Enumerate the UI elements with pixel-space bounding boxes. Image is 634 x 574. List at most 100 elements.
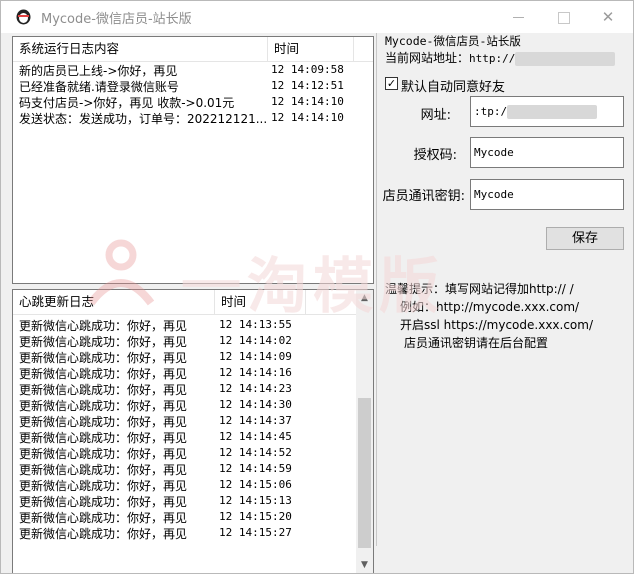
row-time: 12 14:15:06	[219, 478, 292, 491]
row-time: 12 14:14:52	[219, 446, 292, 459]
column-header-time[interactable]: 时间	[268, 37, 353, 61]
row-content: 更新微信心跳成功：你好，再见	[19, 511, 188, 525]
row-content: 新的店员已上线->你好，再见	[19, 64, 178, 78]
minimize-icon	[512, 17, 524, 18]
app-window: Mycode-微信店员-站长版 ✕ 系统运行日志内容 时间 新的店员已上线->你…	[0, 0, 634, 574]
auth-code-input[interactable]: Mycode	[470, 137, 624, 168]
window-title: Mycode-微信店员-站长版	[41, 12, 192, 27]
list-item[interactable]: 发送状态：发送成功，订单号：202212121... 12 14:14:10	[13, 110, 373, 126]
tip-line: 开启ssl https://mycode.xxx.com/	[400, 318, 594, 332]
scroll-down-arrow-icon[interactable]: ▼	[356, 557, 373, 573]
list-item[interactable]: 更新微信心跳成功：你好，再见 12 14:14:16	[13, 365, 373, 381]
redacted-area	[507, 105, 598, 119]
list-header: 系统运行日志内容 时间	[13, 37, 373, 62]
secret-key-input[interactable]: Mycode	[470, 179, 624, 210]
row-time: 12 14:14:02	[219, 334, 292, 347]
client-area: 系统运行日志内容 时间 新的店员已上线->你好，再见 12 14:09:58 已经准…	[1, 33, 633, 573]
tip-line: 温馨提示：填写网站记得加http:// /	[385, 282, 574, 296]
row-content: 更新微信心跳成功：你好，再见	[19, 527, 188, 541]
row-content: 更新微信心跳成功：你好，再见	[19, 463, 188, 477]
tip-line: 店员通讯密钥请在后台配置	[404, 336, 549, 350]
list-item[interactable]: 新的店员已上线->你好，再见 12 14:09:58	[13, 62, 373, 78]
app-icon	[16, 9, 31, 25]
maximize-button[interactable]	[541, 1, 587, 33]
list-item[interactable]: 更新微信心跳成功：你好，再见 12 14:15:06	[13, 477, 373, 493]
row-content: 更新微信心跳成功：你好，再见	[19, 319, 188, 333]
vertical-scrollbar[interactable]: ▲ ▼	[356, 290, 373, 573]
row-content: 发送状态：发送成功，订单号：202212121...	[19, 112, 267, 126]
row-time: 12 14:14:10	[271, 111, 344, 124]
row-content: 码支付店员->你好，再见 收款->0.01元	[19, 96, 235, 110]
row-content: 更新微信心跳成功：你好，再见	[19, 399, 188, 413]
redacted-area	[515, 51, 616, 66]
row-time: 12 14:14:16	[219, 366, 292, 379]
title-bar[interactable]: Mycode-微信店员-站长版 ✕	[1, 1, 633, 33]
row-time: 12 14:13:55	[219, 318, 292, 331]
url-label: 网址:	[420, 108, 451, 123]
row-time: 12 14:15:27	[219, 526, 292, 539]
scroll-up-arrow-icon[interactable]: ▲	[356, 290, 373, 307]
tip-line: 例如：http://mycode.xxx.com/	[400, 300, 580, 314]
list-item[interactable]: 码支付店员->你好，再见 收款->0.01元 12 14:14:10	[13, 94, 373, 110]
row-content: 更新微信心跳成功：你好，再见	[19, 447, 188, 461]
list-item[interactable]: 更新微信心跳成功：你好，再见 12 14:15:20	[13, 509, 373, 525]
close-button[interactable]: ✕	[585, 1, 631, 33]
row-content: 更新微信心跳成功：你好，再见	[19, 335, 188, 349]
row-content: 更新微信心跳成功：你好，再见	[19, 495, 188, 509]
site-address-label: 当前网站地址：	[385, 51, 470, 65]
row-content: 更新微信心跳成功：你好，再见	[19, 415, 188, 429]
system-log-list[interactable]: 系统运行日志内容 时间 新的店员已上线->你好，再见 12 14:09:58 已经准…	[12, 36, 374, 284]
row-content: 更新微信心跳成功：你好，再见	[19, 383, 188, 397]
save-button[interactable]: 保存	[546, 227, 624, 250]
secret-key-label: 店员通讯密钥:	[382, 189, 465, 204]
row-content: 更新微信心跳成功：你好，再见	[19, 351, 188, 365]
minimize-button[interactable]	[495, 1, 541, 33]
list-item[interactable]: 更新微信心跳成功：你好，再见 12 14:15:27	[13, 525, 373, 541]
list-item[interactable]: 更新微信心跳成功：你好，再见 12 14:14:52	[13, 445, 373, 461]
site-address-value: http://	[469, 52, 516, 65]
row-time: 12 14:15:20	[219, 510, 292, 523]
row-time: 12 14:15:13	[219, 494, 292, 507]
column-header-time[interactable]: 时间	[215, 290, 305, 314]
heartbeat-log-list[interactable]: 心跳更新日志 时间 更新微信心跳成功：你好，再见 12 14:13:55 更新微信心…	[12, 289, 374, 573]
auto-accept-checkbox[interactable]: ✓	[385, 77, 398, 90]
app-name-label: Mycode-微信店员-站长版	[385, 34, 521, 48]
url-input[interactable]: :tp:/	[470, 96, 624, 127]
list-item[interactable]: 更新微信心跳成功：你好，再见 12 14:14:45	[13, 429, 373, 445]
column-divider[interactable]	[305, 290, 306, 314]
list-header: 心跳更新日志 时间	[13, 290, 373, 315]
row-time: 12 14:14:10	[271, 95, 344, 108]
url-value: :tp:/	[474, 105, 508, 118]
list-item[interactable]: 更新微信心跳成功：你好，再见 12 14:14:09	[13, 349, 373, 365]
maximize-icon	[558, 11, 570, 24]
list-item[interactable]: 已经准备就绪.请登录微信账号 12 14:12:51	[13, 78, 373, 94]
row-time: 12 14:14:23	[219, 382, 292, 395]
panel-splitter[interactable]	[376, 33, 377, 546]
row-content: 已经准备就绪.请登录微信账号	[19, 80, 179, 94]
row-time: 12 14:12:51	[271, 79, 344, 92]
column-header-content[interactable]: 系统运行日志内容	[13, 37, 267, 61]
list-item[interactable]: 更新微信心跳成功：你好，再见 12 14:15:13	[13, 493, 373, 509]
list-item[interactable]: 更新微信心跳成功：你好，再见 12 14:14:59	[13, 461, 373, 477]
row-content: 更新微信心跳成功：你好，再见	[19, 431, 188, 445]
scrollbar-thumb[interactable]	[358, 398, 371, 548]
list-item[interactable]: 更新微信心跳成功：你好，再见 12 14:14:02	[13, 333, 373, 349]
row-content: 更新微信心跳成功：你好，再见	[19, 479, 188, 493]
row-time: 12 14:14:09	[219, 350, 292, 363]
row-time: 12 14:14:45	[219, 430, 292, 443]
row-content: 更新微信心跳成功：你好，再见	[19, 367, 188, 381]
row-time: 12 14:09:58	[271, 63, 344, 76]
column-header-content[interactable]: 心跳更新日志	[13, 290, 214, 314]
auth-code-label: 授权码:	[413, 148, 457, 163]
list-item[interactable]: 更新微信心跳成功：你好，再见 12 14:14:23	[13, 381, 373, 397]
list-item[interactable]: 更新微信心跳成功：你好，再见 12 14:14:37	[13, 413, 373, 429]
row-time: 12 14:14:37	[219, 414, 292, 427]
row-time: 12 14:14:59	[219, 462, 292, 475]
auto-accept-label[interactable]: 默认自动同意好友	[401, 76, 505, 95]
column-divider[interactable]	[353, 37, 354, 61]
site-address-row: 当前网站地址：http://	[385, 49, 616, 66]
close-icon: ✕	[601, 8, 615, 26]
list-item[interactable]: 更新微信心跳成功：你好，再见 12 14:13:55	[13, 317, 373, 333]
check-icon: ✓	[386, 77, 397, 90]
list-item[interactable]: 更新微信心跳成功：你好，再见 12 14:14:30	[13, 397, 373, 413]
